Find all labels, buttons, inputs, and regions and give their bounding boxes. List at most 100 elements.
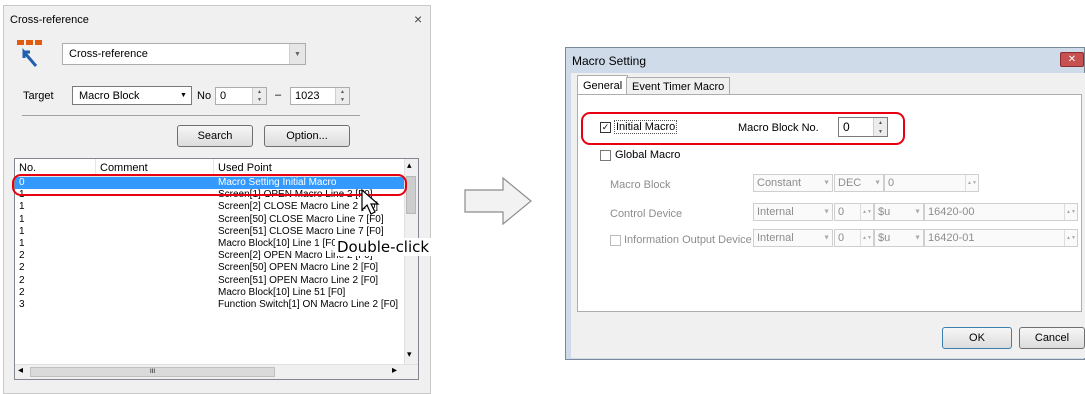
- cell-no: 1: [19, 201, 25, 213]
- initial-macro-highlight: [581, 112, 905, 145]
- cell-used-point: Function Switch[1] ON Macro Line 2 [F0]: [218, 299, 399, 310]
- control-device-type-combo: $u ▼: [874, 203, 924, 221]
- info-output-source-value: Internal: [757, 232, 794, 244]
- cell-used-point: Screen[51] OPEN Macro Line 2 [F0]: [218, 274, 379, 286]
- control-device-source-combo: Internal ▼: [753, 203, 833, 221]
- cell-used-point: Macro Block[10] Line 1 [F0]: [218, 238, 340, 249]
- cell-no: 2: [19, 250, 25, 262]
- macro-block-type-value: Constant: [757, 177, 802, 189]
- cell-used-point: Screen[50] OPEN Macro Line 2 [F0]: [218, 262, 379, 274]
- info-output-label: Information Output Device: [624, 234, 752, 246]
- table-row[interactable]: 3 Function Switch[1] ON Macro Line 2 [F0]: [15, 299, 405, 311]
- to-stepper[interactable]: 1023 ▲ ▼: [290, 87, 350, 105]
- cell-no: 2: [19, 274, 25, 286]
- control-device-type-value: $u: [878, 206, 891, 218]
- target-combo-value: Macro Block: [79, 89, 140, 102]
- info-output-addr-field: 16420-01 ▲▼: [924, 229, 1078, 247]
- cell-no: 3: [19, 299, 25, 310]
- chevron-down-icon: ▼: [823, 234, 830, 242]
- global-macro-label[interactable]: Global Macro: [615, 149, 680, 161]
- table-row[interactable]: 1 Screen[50] CLOSE Macro Line 7 [F0]: [15, 214, 405, 226]
- chevron-down-icon: ▼: [874, 179, 881, 187]
- target-combo[interactable]: Macro Block ▼: [72, 86, 192, 105]
- horizontal-scrollbar[interactable]: ◂ III ▸: [15, 364, 418, 379]
- macro-block-format-combo: DEC ▼: [834, 174, 884, 192]
- cell-no: 2: [19, 262, 25, 274]
- info-output-type-combo: $u ▼: [874, 229, 924, 247]
- chevron-down-icon[interactable]: ▼: [289, 44, 305, 64]
- scroll-right-icon[interactable]: ▸: [392, 365, 397, 376]
- selected-row-highlight: [12, 174, 407, 196]
- cell-no: 1: [19, 213, 25, 225]
- cell-used-point: Macro Block[10] Line 51 [F0]: [218, 286, 346, 298]
- table-row[interactable]: 1 Screen[2] CLOSE Macro Line 2 [F0]: [15, 201, 405, 213]
- cell-no: 2: [19, 286, 25, 298]
- column-no[interactable]: No.: [19, 162, 36, 174]
- macro-setting-dialog: Macro Setting ✕ General Event Timer Macr…: [565, 47, 1085, 360]
- scroll-thumb[interactable]: III: [30, 367, 275, 377]
- macro-block-value: 0: [888, 177, 895, 189]
- target-label: Target: [23, 90, 54, 102]
- cell-used-point: Screen[2] CLOSE Macro Line 2 [F0]: [218, 201, 379, 213]
- table-row[interactable]: 1 Screen[51] CLOSE Macro Line 7 [F0]: [15, 226, 405, 238]
- stepper-arrows-icon: ▲▼: [965, 175, 978, 191]
- source-combo[interactable]: Cross-reference ▼: [62, 43, 306, 65]
- global-macro-checkbox[interactable]: [600, 150, 611, 161]
- cross-reference-icon: [16, 39, 44, 69]
- table-row[interactable]: 2 Screen[51] OPEN Macro Line 2 [F0]: [15, 275, 405, 287]
- control-device-addr-field: 16420-00 ▲▼: [924, 203, 1078, 221]
- stepper-arrows-icon: ▲▼: [1064, 230, 1077, 246]
- cell-no: 1: [19, 238, 25, 249]
- chevron-down-icon: ▼: [823, 179, 830, 187]
- info-output-port-stepper: 0 ▲▼: [834, 229, 874, 247]
- column-comment[interactable]: Comment: [100, 162, 148, 174]
- scroll-grip-icon: III: [149, 369, 155, 375]
- table-row[interactable]: 2 Macro Block[10] Line 51 [F0]: [15, 287, 405, 299]
- chevron-down-icon: ▼: [914, 208, 921, 216]
- to-value: 1023: [295, 90, 320, 102]
- tab-general[interactable]: General: [577, 75, 629, 95]
- range-dash: –: [275, 89, 282, 101]
- double-click-callout: Double-click: [335, 238, 432, 256]
- no-label: No: [197, 90, 212, 102]
- stepper-arrows-icon: ▲▼: [860, 204, 873, 220]
- chevron-down-icon: ▼: [823, 208, 830, 216]
- option-button[interactable]: Option...: [264, 125, 350, 147]
- stepper-arrows-icon: ▲▼: [860, 230, 873, 246]
- from-value: 0: [220, 90, 227, 102]
- macro-block-label: Macro Block: [610, 179, 671, 191]
- scroll-thumb[interactable]: [406, 176, 416, 214]
- control-device-port-value: 0: [838, 206, 845, 218]
- control-device-label: Control Device: [610, 208, 683, 220]
- table-row[interactable]: 2 Screen[50] OPEN Macro Line 2 [F0]: [15, 262, 405, 274]
- stepper-arrows-icon[interactable]: ▲ ▼: [335, 88, 349, 104]
- control-device-addr-value: 16420-00: [928, 206, 975, 218]
- scroll-left-icon[interactable]: ◂: [18, 365, 23, 376]
- control-device-port-stepper: 0 ▲▼: [834, 203, 874, 221]
- close-icon[interactable]: ✕: [1060, 52, 1084, 67]
- source-combo-value: Cross-reference: [69, 48, 148, 60]
- tab-event-timer-macro[interactable]: Event Timer Macro: [626, 77, 731, 95]
- ok-button[interactable]: OK: [942, 327, 1012, 349]
- macro-block-value-stepper: 0 ▲▼: [884, 174, 979, 192]
- from-stepper[interactable]: 0 ▲ ▼: [215, 87, 267, 105]
- cancel-button[interactable]: Cancel: [1019, 327, 1085, 349]
- macro-block-format-value: DEC: [838, 177, 862, 189]
- chevron-down-icon: ▼: [914, 234, 921, 242]
- info-output-checkbox: [610, 235, 621, 246]
- panel-title: Cross-reference: [10, 14, 89, 26]
- info-output-type-value: $u: [878, 232, 891, 244]
- arrow-right-icon: [463, 176, 533, 226]
- chevron-down-icon[interactable]: ▼: [176, 87, 191, 104]
- cell-no: 1: [19, 225, 25, 237]
- close-icon[interactable]: ×: [414, 11, 422, 27]
- column-used-point[interactable]: Used Point: [218, 162, 272, 174]
- mouse-cursor-icon: [360, 188, 382, 218]
- scroll-up-icon[interactable]: ▴: [407, 160, 412, 171]
- info-output-addr-value: 16420-01: [928, 232, 975, 244]
- stepper-arrows-icon[interactable]: ▲ ▼: [252, 88, 266, 104]
- scroll-down-icon[interactable]: ▾: [407, 349, 412, 360]
- cell-used-point: Screen[50] CLOSE Macro Line 7 [F0]: [218, 213, 384, 225]
- divider: [22, 115, 360, 116]
- search-button[interactable]: Search: [177, 125, 253, 147]
